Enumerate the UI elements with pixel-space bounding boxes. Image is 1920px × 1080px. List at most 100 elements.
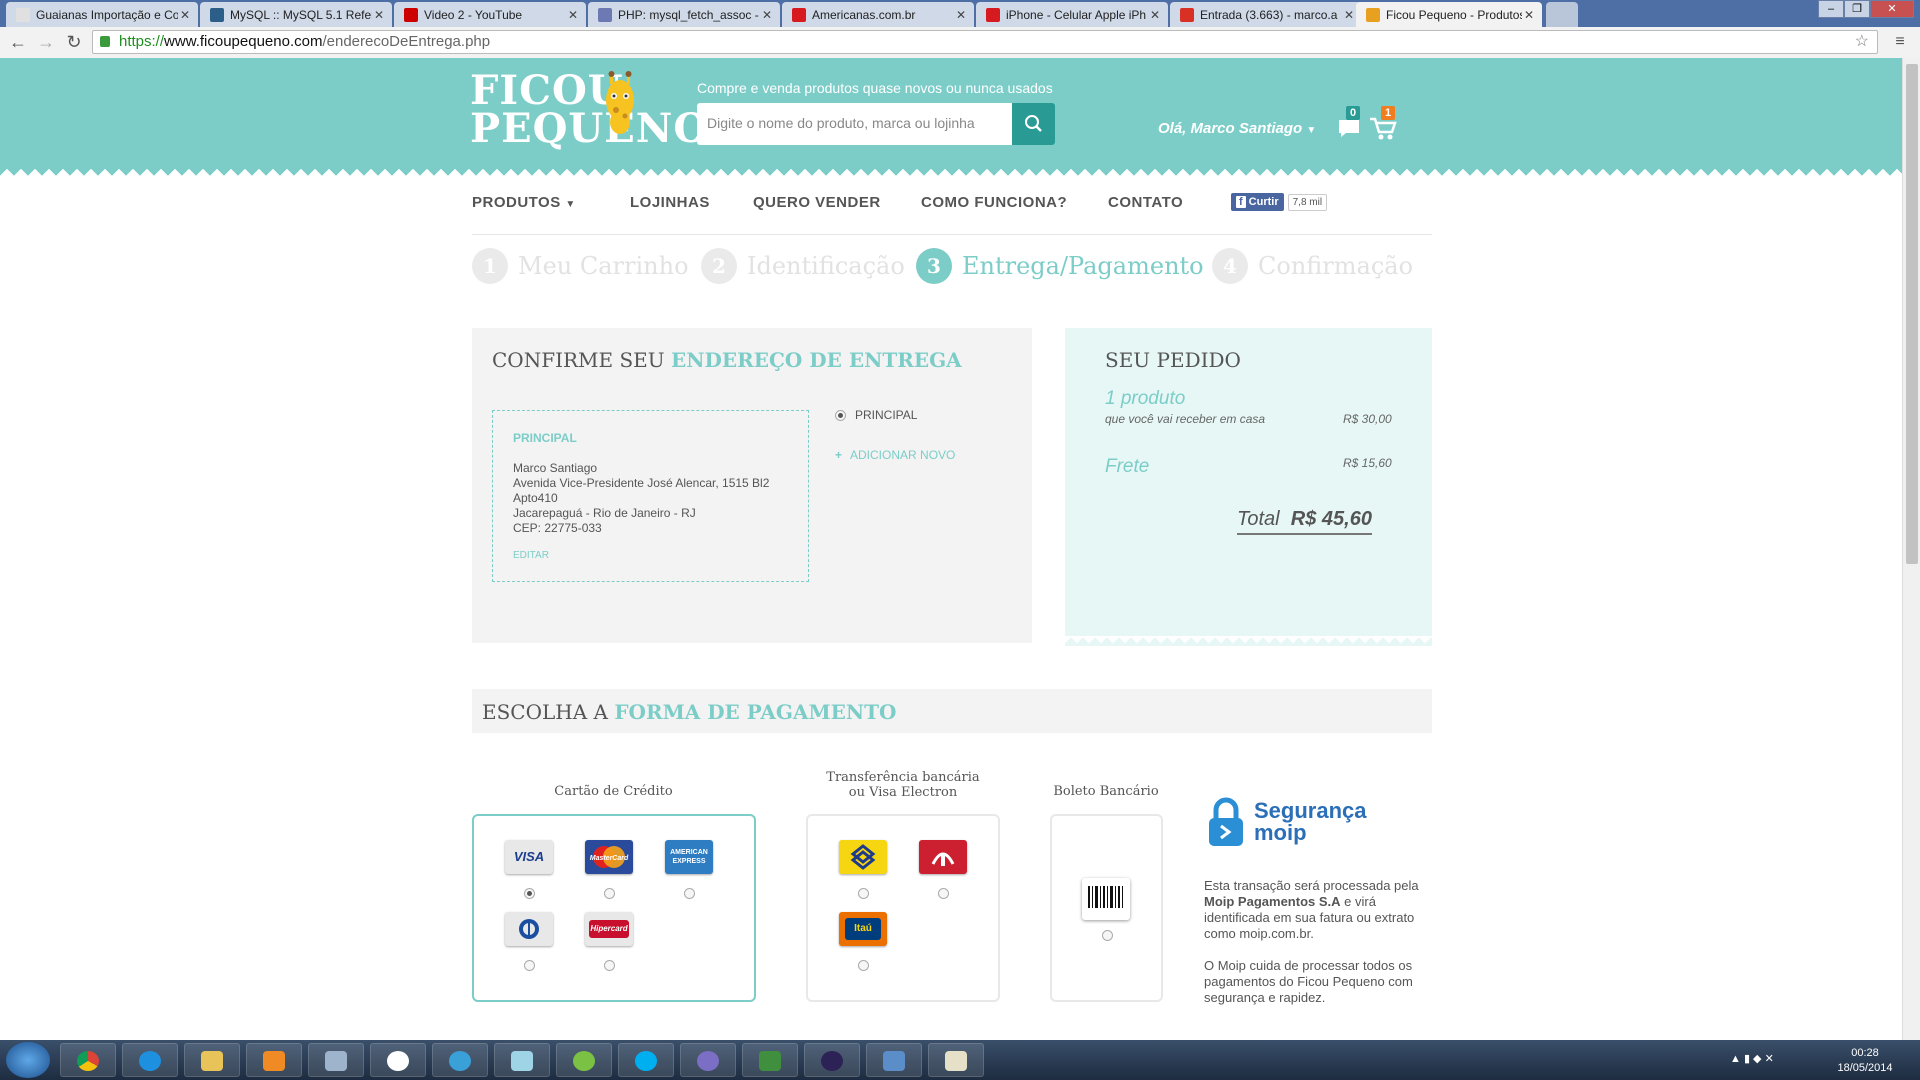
taskbar-skype[interactable]	[618, 1043, 674, 1077]
notepad-icon	[511, 1051, 533, 1071]
taskbar-media-player[interactable]	[246, 1043, 302, 1077]
giraffe-icon	[606, 71, 634, 134]
windows-start-icon[interactable]	[6, 1042, 50, 1078]
browser-tab[interactable]: Guaianas Importação e Co ✕	[6, 2, 198, 27]
taskbar-paint[interactable]	[928, 1043, 984, 1077]
taskbar-gtalk[interactable]	[370, 1043, 426, 1077]
mastercard-radio[interactable]	[604, 888, 615, 899]
browser-tab[interactable]: iPhone - Celular Apple iPh ✕	[976, 2, 1168, 27]
taskbar-app[interactable]	[680, 1043, 736, 1077]
menu-icon[interactable]: ≡	[1888, 31, 1912, 53]
address-line: Marco Santiago	[513, 461, 598, 475]
close-tab-icon[interactable]: ✕	[372, 8, 386, 22]
bank-transfer-option-box[interactable]: Itaú	[806, 814, 1000, 1002]
close-tab-icon[interactable]: ✕	[1148, 8, 1162, 22]
plus-icon: +	[835, 448, 843, 462]
diners-radio[interactable]	[524, 960, 535, 971]
taskbar-explorer[interactable]	[184, 1043, 240, 1077]
user-menu[interactable]: Olá, Marco Santiago ▼	[1158, 120, 1316, 137]
search-button[interactable]	[1012, 103, 1055, 145]
banco-do-brasil-radio[interactable]	[858, 888, 869, 899]
skype-icon	[635, 1051, 657, 1071]
search-input[interactable]: Digite o nome do produto, marca ou lojin…	[697, 103, 1013, 145]
browser-tab[interactable]: Americanas.com.br ✕	[782, 2, 974, 27]
taskbar-chrome[interactable]	[60, 1043, 116, 1077]
taskbar-notepad[interactable]	[494, 1043, 550, 1077]
browser-tab[interactable]: MySQL :: MySQL 5.1 Refer ✕	[200, 2, 392, 27]
order-summary-panel: SEU PEDIDO 1 produto que você vai recebe…	[1065, 328, 1432, 646]
boleto-radio[interactable]	[1102, 930, 1113, 941]
diners-logo-icon	[505, 912, 553, 946]
visa-radio[interactable]	[524, 888, 535, 899]
itau-radio[interactable]	[858, 960, 869, 971]
close-tab-icon[interactable]: ✕	[1522, 8, 1536, 22]
close-tab-icon[interactable]: ✕	[760, 8, 774, 22]
tab-title: MySQL :: MySQL 5.1 Refer	[230, 7, 372, 22]
calculator-icon	[325, 1051, 347, 1071]
step-label: Identificação	[747, 252, 905, 280]
nav-quero-vender[interactable]: QUERO VENDER	[753, 194, 881, 211]
close-tab-icon[interactable]: ✕	[566, 8, 580, 22]
taskbar-ie[interactable]	[122, 1043, 178, 1077]
edit-address-link[interactable]: EDITAR	[513, 548, 788, 563]
site-logo[interactable]: FICOU PEQUENO	[470, 71, 709, 149]
transfer-label-line1: Transferência bancária	[826, 770, 980, 785]
close-tab-icon[interactable]: ✕	[954, 8, 968, 22]
step-number: 3	[916, 248, 952, 284]
total-value: R$ 45,60	[1290, 508, 1372, 530]
taskbar-calculator[interactable]	[308, 1043, 364, 1077]
restore-window-icon[interactable]: ❐	[1844, 0, 1870, 18]
mastercard-logo-icon: MasterCard	[585, 840, 633, 874]
address-bar[interactable]: https://www.ficoupequeno.com/enderecoDeE…	[92, 30, 1878, 54]
back-arrow-icon[interactable]: ←	[6, 31, 30, 53]
gmail-favicon-icon	[1180, 7, 1194, 22]
page-scrollbar[interactable]	[1902, 58, 1920, 1040]
app-icon	[449, 1051, 471, 1071]
title-prefix: ESCOLHA A	[482, 700, 608, 724]
app-icon	[759, 1051, 781, 1071]
facebook-like-button[interactable]: f Curtir	[1231, 193, 1284, 211]
amex-radio[interactable]	[684, 888, 695, 899]
taskbar-app[interactable]	[742, 1043, 798, 1077]
taskbar-app[interactable]	[866, 1043, 922, 1077]
taskbar-app[interactable]	[432, 1043, 488, 1077]
bookmark-star-icon[interactable]: ☆	[1855, 31, 1869, 53]
nav-produtos[interactable]: PRODUTOS ▼	[472, 194, 576, 211]
taskbar-messenger[interactable]	[556, 1043, 612, 1077]
taskbar-clock[interactable]: 00:28 18/05/2014	[1830, 1046, 1900, 1076]
address-card: PRINCIPAL Marco Santiago Avenida Vice-Pr…	[492, 410, 809, 582]
hipercard-radio[interactable]	[604, 960, 615, 971]
close-tab-icon[interactable]: ✕	[178, 8, 192, 22]
windows-taskbar: ▲ ▮ ◆ ✕	[0, 1040, 1920, 1080]
address-option-radio[interactable]	[835, 410, 846, 421]
close-window-icon[interactable]: ✕	[1870, 0, 1914, 18]
nav-contato[interactable]: CONTATO	[1108, 194, 1183, 211]
boleto-option-box[interactable]	[1050, 814, 1163, 1002]
chrome-icon	[77, 1051, 99, 1071]
title-highlight: ENDEREÇO DE ENTREGA	[671, 348, 962, 372]
nav-lojinhas[interactable]: LOJINHAS	[630, 194, 710, 211]
main-nav: PRODUTOS ▼ LOJINHAS QUERO VENDER COMO FU…	[472, 178, 1432, 235]
forward-arrow-icon[interactable]: →	[34, 31, 58, 53]
taskbar-eclipse[interactable]	[804, 1043, 860, 1077]
mastercard-text: MasterCard	[590, 855, 629, 862]
close-tab-icon[interactable]: ✕	[1342, 8, 1356, 22]
browser-tab[interactable]: Entrada (3.663) - marco.a ✕	[1170, 2, 1362, 27]
reload-icon[interactable]: ↻	[62, 31, 86, 53]
browser-tab-active[interactable]: Ficou Pequeno - Produtos ✕	[1356, 2, 1542, 27]
address-card-label: PRINCIPAL	[513, 431, 577, 445]
minimize-window-icon[interactable]: –	[1818, 0, 1844, 18]
address-line: Avenida Vice-Presidente José Alencar, 15…	[513, 476, 770, 490]
add-new-address-link[interactable]: + ADICIONAR NOVO	[835, 448, 955, 462]
php-favicon-icon	[598, 7, 612, 22]
bradesco-logo-icon	[919, 840, 967, 874]
browser-tab[interactable]: PHP: mysql_fetch_assoc - ✕	[588, 2, 780, 27]
browser-tab[interactable]: Video 2 - YouTube ✕	[394, 2, 586, 27]
new-tab-button[interactable]	[1546, 2, 1578, 27]
credit-card-option-box[interactable]: VISA MasterCard AMERICAN EXPRESS Hiperca…	[472, 814, 756, 1002]
product-count: 1 produto	[1105, 388, 1186, 409]
nav-como-funciona[interactable]: COMO FUNCIONA?	[921, 194, 1067, 211]
tray-icons[interactable]: ▲ ▮ ◆ ✕	[1730, 1052, 1774, 1065]
scrollbar-thumb[interactable]	[1906, 64, 1918, 564]
bradesco-radio[interactable]	[938, 888, 949, 899]
